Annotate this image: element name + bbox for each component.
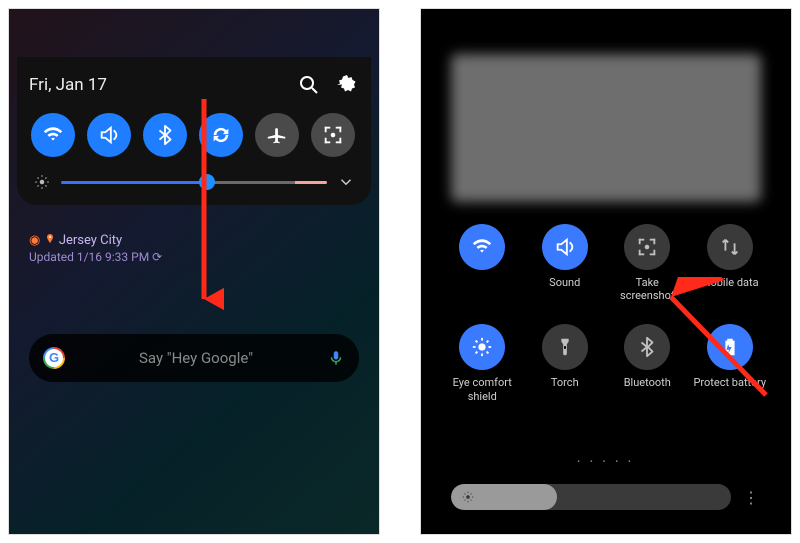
sync-icon [210,124,232,146]
slider-thumb[interactable] [199,174,215,190]
pin-icon [44,233,56,245]
more-icon[interactable]: ⋮ [741,488,761,507]
homescreen-content: ◉ Jersey City Updated 1/16 9:33 PM ⟳ Say… [9,229,379,534]
qs-toggle-row [29,113,359,157]
page-indicator: • • • • • [421,457,791,466]
tile-wifi[interactable] [442,224,522,302]
mobile-data-icon [719,236,741,258]
brightness-slider[interactable] [61,181,327,184]
wifi-icon [42,124,64,146]
tile-eye-comfort[interactable]: Eye comfort shield [442,324,522,402]
wifi-toggle[interactable] [31,113,75,157]
screenshot-icon [636,236,658,258]
airplane-icon [266,124,288,146]
left-phone: ◉ Jersey City Updated 1/16 9:33 PM ⟳ Say… [8,8,380,535]
brightness-slider-row: ⋮ [451,484,761,510]
mic-icon[interactable] [327,349,345,367]
brightness-slider-row [29,173,359,191]
settings-gear-icon[interactable] [335,73,359,97]
screenshot-toggle[interactable] [311,113,355,157]
brightness-fill [451,484,557,510]
city-label: Jersey City [59,233,122,248]
tile-protect-battery[interactable]: Protect battery [690,324,770,402]
bluetooth-toggle[interactable] [143,113,187,157]
tile-mobile-data[interactable]: Mobile data [690,224,770,302]
warning-icon: ◉ [29,233,40,248]
google-logo-icon [43,347,65,369]
sound-toggle[interactable] [87,113,131,157]
screenshot-icon [322,124,344,146]
sync-toggle[interactable] [199,113,243,157]
brightness-icon [461,490,475,504]
refresh-icon: ⟳ [152,250,162,264]
weather-location: ◉ Jersey City [29,233,359,248]
tile-torch[interactable]: Torch [525,324,605,402]
wifi-icon [471,236,493,258]
brightness-slider[interactable] [451,484,731,510]
battery-icon [719,336,741,358]
brightness-icon [33,173,51,191]
airplane-toggle[interactable] [255,113,299,157]
google-placeholder: Say "Hey Google" [65,349,327,367]
bluetooth-icon [636,336,658,358]
sound-icon [554,236,576,258]
tile-bluetooth[interactable]: Bluetooth [607,324,687,402]
sound-icon [98,124,120,146]
eye-comfort-icon [471,336,493,358]
blurred-preview [451,54,761,202]
quick-settings-panel[interactable]: Fri, Jan 17 [17,57,371,205]
weather-updated: Updated 1/16 9:33 PM ⟳ [29,250,359,264]
qs-tiles-grid: Sound Take screenshot Mobile data Eye co… [441,224,771,403]
tile-sound[interactable]: Sound [525,224,605,302]
tile-take-screenshot[interactable]: Take screenshot [607,224,687,302]
right-phone: Sound Take screenshot Mobile data Eye co… [420,8,792,535]
qs-header: Fri, Jan 17 [29,73,359,97]
date-label: Fri, Jan 17 [29,75,283,95]
google-search-bar[interactable]: Say "Hey Google" [29,334,359,382]
expand-icon[interactable] [337,173,355,191]
search-icon[interactable] [297,73,321,97]
bluetooth-icon [154,124,176,146]
torch-icon [554,336,576,358]
